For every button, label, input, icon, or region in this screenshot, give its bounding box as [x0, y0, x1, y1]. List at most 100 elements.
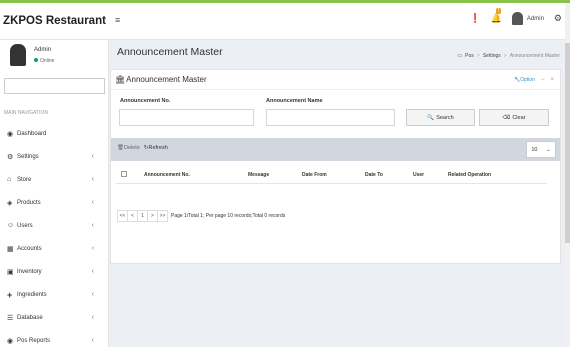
column-header[interactable]: Related Operation: [448, 172, 491, 178]
box-title: 🏛 Announcement Master: [115, 75, 207, 84]
chevron-left-icon: ‹: [91, 245, 94, 252]
sidebar-item-settings[interactable]: ⚙ Settings ‹: [0, 145, 109, 168]
sidebar-search-input[interactable]: [4, 78, 105, 94]
sidebar-item-products[interactable]: ◈ Products ‹: [0, 191, 109, 214]
header-right: ❗ 🔔 ! Admin ⚙: [469, 8, 562, 25]
toolbar-actions: 🗑Delete ↻Refresh: [117, 145, 168, 151]
announcement-name-input[interactable]: [266, 109, 395, 126]
sidebar-item-label: Pos Reports: [17, 337, 51, 344]
delete-button[interactable]: 🗑Delete: [117, 145, 140, 151]
pagination-info: Page 1/Total 1; Per page 10 records;Tota…: [171, 213, 286, 219]
column-header[interactable]: Date From: [302, 172, 327, 178]
search-button[interactable]: 🔍 Search: [406, 109, 475, 126]
app-brand[interactable]: ZKPOS Restaurant: [0, 3, 109, 40]
sidebar-item-label: Settings: [17, 153, 39, 160]
last-page-button[interactable]: >>: [157, 210, 168, 222]
box-header: 🏛 Announcement Master 🔧Option − ×: [111, 70, 560, 90]
page-scrollbar[interactable]: [565, 3, 570, 347]
sidebar-item-label: Dashboard: [17, 130, 47, 137]
table-toolbar: 🗑Delete ↻Refresh 10 ⌄: [111, 138, 560, 161]
breadcrumb-separator: >: [476, 53, 480, 59]
search-icon: 🔍: [427, 114, 435, 121]
sidebar-item-users[interactable]: ☺ Users ‹: [0, 214, 109, 237]
tag-icon: ◈: [7, 199, 13, 207]
sidebar-item-dashboard[interactable]: ◉ Dashboard: [0, 122, 109, 145]
eraser-icon: ⌫: [502, 114, 511, 121]
chevron-left-icon: ‹: [91, 291, 94, 298]
sidebar-user-status: Online: [34, 58, 54, 64]
chevron-left-icon: ‹: [91, 222, 94, 229]
sidebar-item-label: Products: [17, 199, 41, 206]
table-header: Announcement No. Message Date From Date …: [116, 165, 547, 184]
announcement-no-input[interactable]: [119, 109, 254, 126]
sidebar-item-inventory[interactable]: ▣ Inventory ‹: [0, 260, 109, 283]
user-menu[interactable]: Admin: [511, 12, 544, 25]
select-all-checkbox[interactable]: [121, 171, 127, 177]
column-header[interactable]: Announcement No.: [144, 172, 190, 178]
sidebar-item-label: Accounts: [17, 245, 42, 252]
notification-badge: !: [495, 8, 502, 14]
chevron-left-icon: ‹: [91, 176, 94, 183]
user-panel: Admin Online: [0, 40, 108, 72]
sidebar-item-label: Ingredients: [17, 291, 47, 298]
clear-button[interactable]: ⌫ Clear: [479, 109, 549, 126]
sidebar-item-store[interactable]: ⌂ Store ‹: [0, 168, 109, 191]
scrollbar-thumb[interactable]: [565, 43, 570, 243]
gears-icon[interactable]: ⚙: [554, 13, 562, 24]
breadcrumb-separator: >: [503, 53, 507, 59]
sidebar-avatar: [10, 44, 26, 66]
table-icon: ▦: [7, 245, 14, 253]
column-header[interactable]: User: [413, 172, 424, 178]
notifications-button[interactable]: 🔔 !: [490, 8, 502, 24]
announcement-name-label: Announcement Name: [266, 98, 323, 104]
breadcrumb-item[interactable]: Settings: [483, 53, 501, 59]
database-icon: ☰: [7, 314, 14, 322]
info-icon[interactable]: ❗: [469, 13, 480, 24]
breadcrumb-current: Announcement Master: [509, 53, 560, 59]
chevron-left-icon: ‹: [91, 314, 94, 321]
bell-icon: 🔔: [490, 13, 502, 23]
column-header[interactable]: Message: [248, 172, 269, 178]
pagination: << < 1 > >> Page 1/Total 1; Per page 10 …: [117, 210, 285, 222]
online-dot-icon: [34, 58, 38, 62]
chevron-left-icon: ‹: [91, 153, 94, 160]
trash-icon: 🗑: [117, 145, 124, 151]
sidebar-item-label: Users: [17, 222, 33, 229]
breadcrumb-item[interactable]: Pos: [465, 53, 474, 59]
sidebar-toggle-icon[interactable]: ≡: [115, 15, 120, 25]
bank-icon: 🏛: [115, 75, 126, 84]
sidebar-item-database[interactable]: ☰ Database ‹: [0, 306, 109, 329]
page-title: Announcement Master: [117, 46, 223, 58]
nav-header: MAIN NAVIGATION: [4, 110, 48, 116]
gear-icon: ⚙: [7, 153, 14, 161]
user-icon: ☺: [7, 222, 15, 229]
sidebar-item-pos-reports[interactable]: ◉ Pos Reports ‹: [0, 329, 109, 347]
chevron-left-icon: ‹: [91, 199, 94, 206]
user-menu-name: Admin: [526, 15, 544, 22]
monitor-icon: ▭: [457, 53, 463, 59]
option-button[interactable]: 🔧Option: [514, 77, 535, 83]
plus-icon: +: [7, 289, 13, 300]
sidebar-item-ingredients[interactable]: + Ingredients ‹: [0, 283, 109, 306]
user-avatar: [511, 12, 523, 25]
top-header: ≡ ❗ 🔔 ! Admin ⚙: [109, 3, 570, 40]
refresh-button[interactable]: ↻Refresh: [144, 145, 168, 151]
truck-icon: ▣: [7, 268, 14, 276]
sidebar-item-label: Store: [17, 176, 32, 183]
close-icon[interactable]: ×: [550, 77, 554, 83]
page-size-select[interactable]: 10 ⌄: [526, 141, 556, 158]
breadcrumb: ▭ Pos > Settings > Announcement Master: [457, 53, 560, 59]
sidebar-item-label: Inventory: [17, 268, 42, 275]
collapse-icon[interactable]: −: [541, 77, 545, 83]
chevron-down-icon: ⌄: [546, 146, 551, 153]
chevron-left-icon: ‹: [91, 268, 94, 275]
chevron-left-icon: ‹: [91, 337, 94, 344]
column-header[interactable]: Date To: [365, 172, 383, 178]
eye-icon: ◉: [7, 337, 14, 345]
sidebar-user-name: Admin: [34, 47, 52, 53]
announcement-no-label: Announcement No.: [120, 98, 171, 104]
sidebar-item-label: Database: [17, 314, 43, 321]
box-tools: 🔧Option − ×: [514, 77, 554, 83]
sidebar-item-accounts[interactable]: ▦ Accounts ‹: [0, 237, 109, 260]
announcement-box: 🏛 Announcement Master 🔧Option − × Announ…: [110, 69, 561, 264]
